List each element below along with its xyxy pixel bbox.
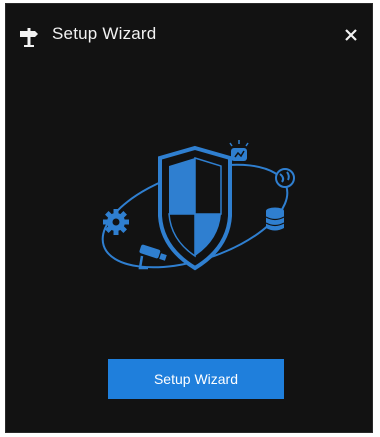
gear-icon (103, 209, 129, 235)
signpost-icon (18, 26, 40, 48)
camera-icon (138, 244, 167, 270)
database-icon (265, 207, 285, 231)
setup-wizard-button[interactable]: Setup Wizard (108, 359, 284, 399)
title-bar: Setup Wizard (6, 4, 372, 68)
alarm-icon (229, 140, 249, 161)
close-icon (345, 29, 357, 41)
setup-wizard-dialog: Setup Wizard Setup Wizard (5, 3, 373, 433)
dialog-title: Setup Wizard (52, 24, 157, 43)
close-button[interactable] (338, 22, 364, 48)
security-illustration (90, 136, 300, 284)
globe-icon (275, 168, 295, 188)
shield-icon (158, 145, 232, 271)
